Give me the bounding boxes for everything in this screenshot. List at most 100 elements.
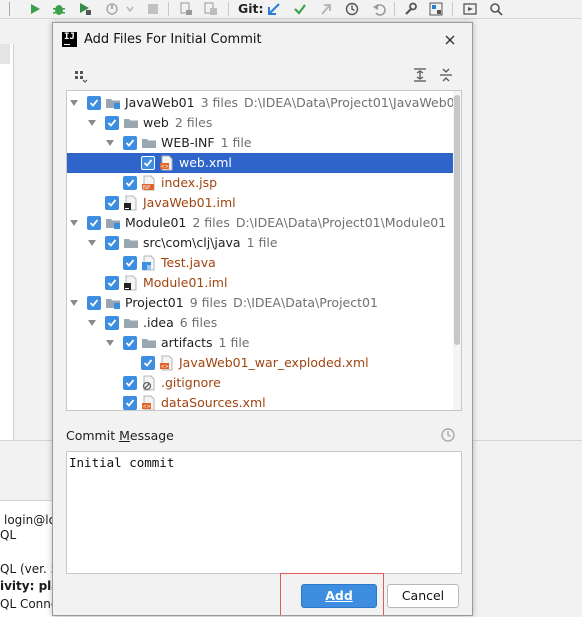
toolbar-separator (168, 2, 169, 16)
jsp-file-icon: JSP (141, 175, 157, 191)
run-icon[interactable] (27, 1, 43, 17)
commit-history-clock-icon[interactable] (440, 427, 456, 443)
xml-file-icon: <> (141, 395, 157, 410)
tree-row[interactable]: Module01.iml (67, 273, 453, 293)
git-commit-check-icon[interactable] (292, 1, 308, 17)
tree-item-label: index.jsp (161, 173, 217, 193)
module-folder-icon (105, 95, 121, 111)
profile-icon[interactable] (104, 1, 120, 17)
file-name: JavaWeb01 (125, 95, 195, 110)
git-update-icon[interactable] (266, 1, 282, 17)
include-checkbox[interactable] (105, 116, 119, 130)
tree-row[interactable]: Module01 2 files D:\IDEA\Data\Project01\Mo… (67, 213, 453, 233)
tree-item-label: dataSources.xml (161, 393, 266, 410)
svg-text:<>: <> (161, 164, 169, 170)
expand-arrow-icon[interactable] (70, 219, 78, 227)
include-checkbox[interactable] (141, 156, 155, 170)
tree-row[interactable]: JavaWeb01 3 files D:\IDEA\Data\Project01\J… (67, 93, 461, 113)
tree-scrollbar[interactable] (453, 91, 461, 410)
group-by-icon[interactable] (73, 69, 89, 85)
expand-arrow-icon[interactable] (106, 139, 114, 147)
checkmark-icon (89, 299, 99, 307)
tree-row[interactable]: JavaWeb01.iml (67, 193, 453, 213)
tree-row[interactable]: .idea 6 files (67, 313, 453, 333)
expand-arrow-icon[interactable] (88, 239, 96, 247)
git-push-icon[interactable] (318, 1, 334, 17)
debug-icon[interactable] (51, 1, 67, 17)
rollback-icon[interactable] (371, 1, 387, 17)
stop-icon[interactable] (145, 1, 161, 17)
close-button[interactable] (441, 31, 459, 49)
expand-arrow-icon[interactable] (106, 339, 114, 347)
scrollbar-thumb[interactable] (454, 95, 460, 345)
tree-row[interactable]: <> web.xml (67, 153, 453, 173)
file-count: 6 files (179, 315, 218, 330)
tree-row[interactable]: <> JavaWeb01_war_exploded.xml (67, 353, 453, 373)
expand-arrow-icon[interactable] (70, 99, 78, 107)
file-name: src\com\clj\java (143, 235, 241, 250)
tree-row[interactable]: Project01 9 files D:\IDEA\Data\Project01 (67, 293, 453, 313)
folder-icon (141, 135, 157, 151)
project-structure-icon[interactable] (428, 1, 444, 17)
tree-row[interactable]: JSP index.jsp (67, 173, 453, 193)
toolbar-separator (394, 2, 395, 16)
tree-row[interactable]: .gitignore (67, 373, 453, 393)
tree-item-label: JavaWeb01.iml (143, 193, 236, 213)
checkmark-icon (143, 159, 153, 167)
run-coverage-icon[interactable] (77, 1, 93, 17)
tree-row[interactable]: web 2 files (67, 113, 453, 133)
include-checkbox[interactable] (105, 196, 119, 210)
file-name: artifacts (161, 335, 213, 350)
intellij-logo-icon: IJ (62, 32, 77, 47)
include-checkbox[interactable] (123, 176, 137, 190)
history-clock-icon[interactable] (344, 1, 360, 17)
include-checkbox[interactable] (105, 276, 119, 290)
tree-item-label: JavaWeb01_war_exploded.xml (179, 353, 369, 373)
include-checkbox[interactable] (141, 356, 155, 370)
include-checkbox[interactable] (105, 236, 119, 250)
build-artifacts-icon[interactable] (203, 1, 219, 17)
checkmark-icon (125, 379, 135, 387)
tree-row[interactable]: WEB-INF 1 file (67, 133, 453, 153)
include-checkbox[interactable] (123, 136, 137, 150)
ide-left-tab[interactable] (0, 44, 10, 64)
expand-arrow-icon[interactable] (88, 119, 96, 127)
changed-files-tree[interactable]: <> dataSources.xml .gitignore <> JavaWeb01_w… (66, 90, 462, 411)
attach-debugger-icon[interactable] (178, 1, 194, 17)
include-checkbox[interactable] (123, 336, 137, 350)
file-count: 2 files (174, 115, 213, 130)
dialog-title: Add Files For Initial Commit (84, 32, 262, 47)
wrench-icon[interactable] (402, 1, 418, 17)
presentation-icon[interactable] (462, 1, 478, 17)
tree-row[interactable]: <> dataSources.xml (67, 393, 453, 410)
xml-file-icon: <> (159, 155, 175, 171)
expand-arrow-icon[interactable] (70, 299, 78, 307)
collapse-all-icon[interactable] (438, 67, 454, 83)
include-checkbox[interactable] (123, 376, 137, 390)
expand-arrow-icon[interactable] (88, 319, 96, 327)
folder-icon (123, 235, 139, 251)
expand-all-icon[interactable] (412, 67, 428, 83)
file-name: Test.java (161, 255, 216, 270)
include-checkbox[interactable] (87, 296, 101, 310)
file-name: .idea (143, 315, 174, 330)
tree-item-label: .idea 6 files (143, 313, 217, 333)
ide-console-panel: login@lo QL QL (ver. 5.5 ivity: plain QL… (0, 500, 72, 617)
chevron-down-icon[interactable] (122, 1, 138, 17)
include-checkbox[interactable] (87, 216, 101, 230)
tree-row[interactable]: src\com\clj\java 1 file (67, 233, 453, 253)
checkmark-icon (125, 139, 135, 147)
tree-row[interactable]: artifacts 1 file (67, 333, 453, 353)
tree-row[interactable]: Test.java (67, 253, 453, 273)
include-checkbox[interactable] (123, 256, 137, 270)
commit-message-input[interactable]: Initial commit (66, 451, 462, 574)
add-button[interactable]: Add (301, 584, 377, 608)
file-name: Module01.iml (143, 275, 228, 290)
search-icon[interactable] (488, 1, 504, 17)
tree-item-label: artifacts 1 file (161, 333, 250, 353)
file-name: Project01 (125, 295, 184, 310)
cancel-button[interactable]: Cancel (387, 584, 459, 608)
include-checkbox[interactable] (87, 96, 101, 110)
include-checkbox[interactable] (123, 396, 137, 410)
include-checkbox[interactable] (105, 316, 119, 330)
